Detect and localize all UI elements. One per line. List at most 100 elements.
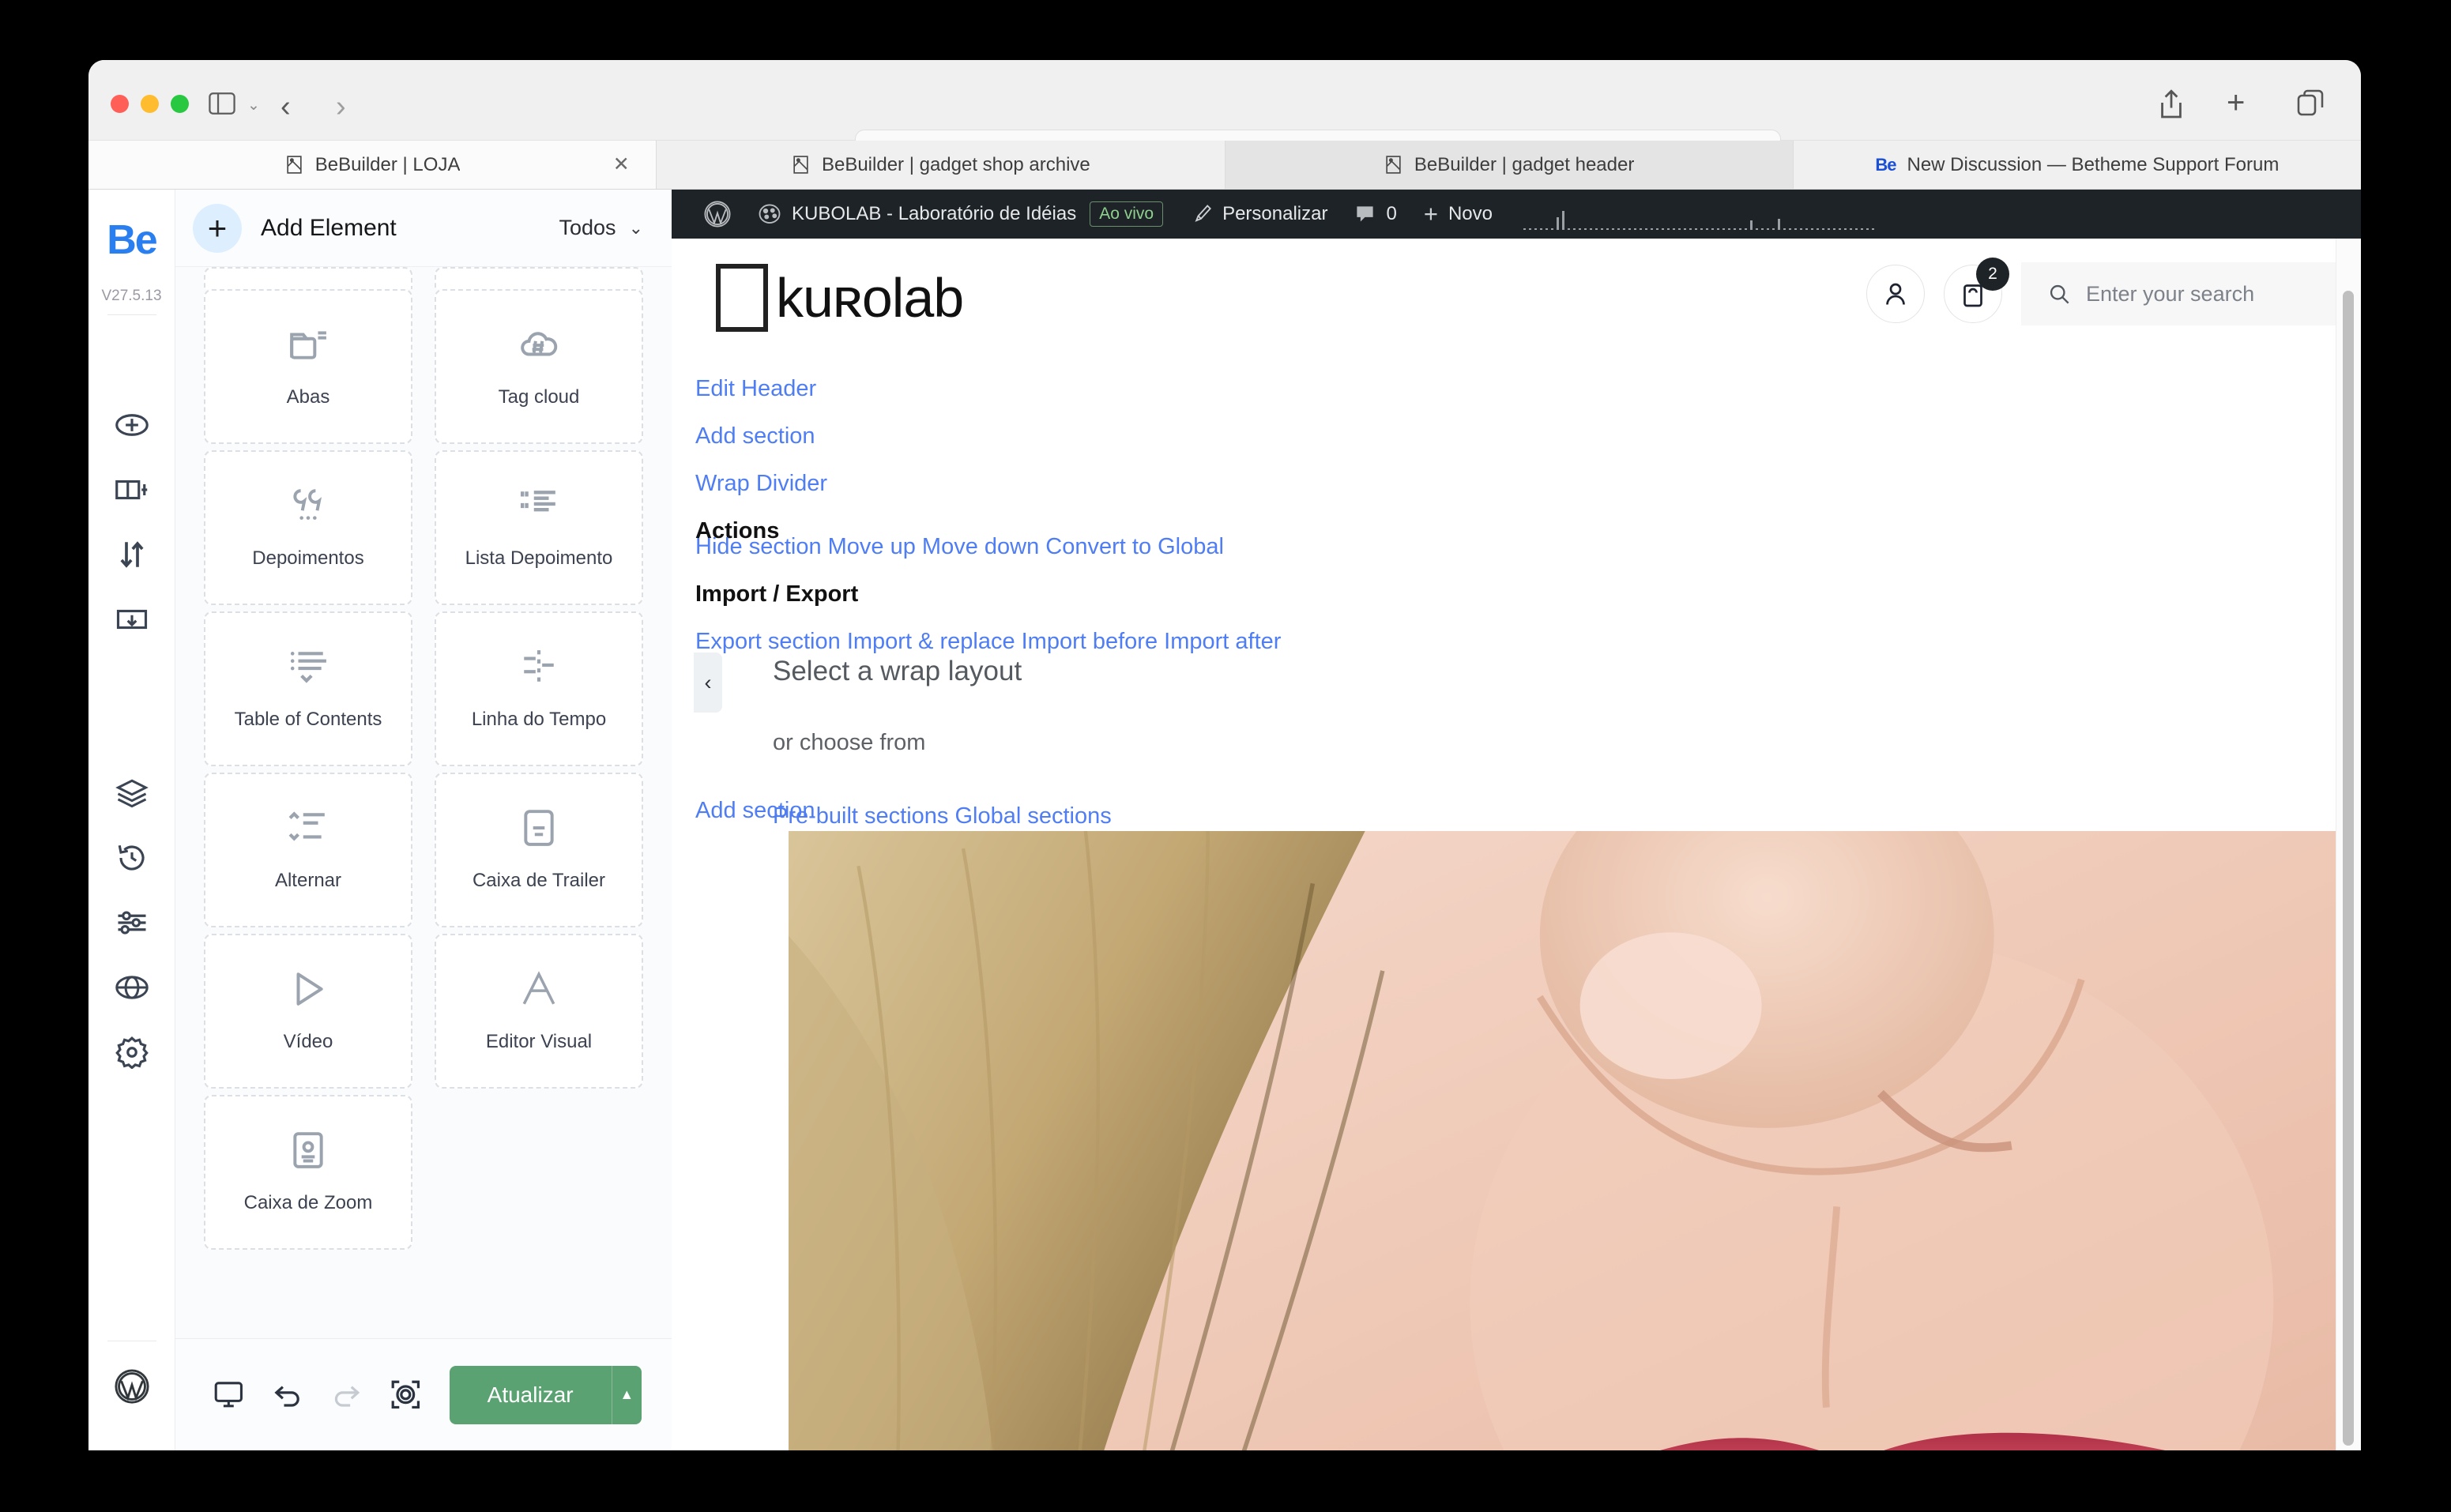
- filter-value: Todos: [559, 216, 616, 239]
- element-card-editor-visual[interactable]: Editor Visual: [435, 934, 643, 1089]
- history-icon[interactable]: [115, 841, 149, 874]
- undo-icon[interactable]: [273, 1378, 303, 1412]
- text-a-icon: [519, 969, 559, 1009]
- responsive-icon[interactable]: [213, 1378, 244, 1412]
- element-grid-filler: [435, 1095, 643, 1256]
- layers-icon[interactable]: [115, 777, 149, 810]
- element-card-table-of-contents[interactable]: Table of Contents: [204, 611, 412, 766]
- tab-overview-icon[interactable]: [2296, 88, 2325, 118]
- new-tab-icon[interactable]: +: [2227, 87, 2255, 118]
- sliders-icon[interactable]: [115, 906, 149, 939]
- update-label: Atualizar: [487, 1382, 574, 1407]
- page-content: Be V27.5.13 + Add Element Todos ⌄ Abas T…: [88, 190, 2361, 1450]
- gear-icon[interactable]: [115, 1036, 149, 1069]
- user-icon: [1886, 283, 1905, 305]
- search-field[interactable]: Enter your search: [2021, 262, 2361, 325]
- add-element-button[interactable]: +: [193, 203, 242, 253]
- close-tab-button[interactable]: ✕: [610, 153, 632, 175]
- account-button[interactable]: [1866, 265, 1925, 323]
- globe-icon[interactable]: [115, 971, 149, 1004]
- browser-tab[interactable]: BeBuilder | gadget shop archive: [657, 141, 1226, 189]
- element-card-linha-do-tempo[interactable]: Linha do Tempo: [435, 611, 643, 766]
- maximize-window-button[interactable]: [171, 95, 189, 113]
- tab-title: BeBuilder | gadget shop archive: [821, 153, 1090, 175]
- tab-title: BeBuilder | gadget header: [1414, 153, 1635, 175]
- site-header: kuʀolab 2 Enter your search: [672, 239, 2361, 357]
- tab-title: BeBuilder | LOJA: [314, 153, 461, 175]
- comments-menu[interactable]: 0: [1341, 203, 1410, 225]
- import-export-links[interactable]: Export section Import & replace Import b…: [695, 629, 1281, 655]
- element-label: Depoimentos: [252, 547, 364, 569]
- browser-tab[interactable]: BeBuilder | LOJA ✕: [88, 141, 657, 189]
- element-card-caixa-de-trailer[interactable]: Caixa de Trailer: [435, 773, 643, 927]
- forward-button[interactable]: ›: [336, 90, 346, 124]
- window-controls: [111, 95, 189, 113]
- minimize-window-button[interactable]: [141, 95, 159, 113]
- collapse-panel-button[interactable]: ‹: [694, 653, 722, 713]
- tab-strip: BeBuilder | LOJA ✕ BeBuilder | gadget sh…: [88, 141, 2361, 190]
- search-placeholder: Enter your search: [2086, 281, 2255, 306]
- brush-icon: [1190, 203, 1212, 225]
- new-content-menu[interactable]: + Novo: [1410, 200, 1506, 228]
- bebuilder-panel: Be V27.5.13 + Add Element Todos ⌄ Abas T…: [88, 190, 672, 1450]
- add-circle-icon[interactable]: [115, 408, 149, 442]
- insert-below-icon[interactable]: [115, 603, 149, 636]
- browser-tab[interactable]: Be New Discussion — Betheme Support Foru…: [1794, 141, 2361, 189]
- add-column-icon[interactable]: [115, 473, 149, 506]
- timeline-icon: [519, 647, 559, 686]
- bebuilder-version: V27.5.13: [101, 288, 162, 304]
- wp-logo-menu[interactable]: [691, 201, 744, 228]
- element-card-alternar[interactable]: Alternar: [204, 773, 412, 927]
- sort-updown-icon[interactable]: [115, 538, 149, 571]
- customize-menu[interactable]: Personalizar: [1177, 203, 1341, 225]
- section-actions-links[interactable]: Hide section Move up Move down Convert t…: [695, 534, 1281, 560]
- browser-tab[interactable]: BeBuilder | gadget header: [1225, 141, 1794, 189]
- sidebar-chevron-down-icon[interactable]: ⌄: [245, 97, 262, 114]
- back-button[interactable]: ‹: [280, 90, 291, 124]
- site-body: Edit Header Add section Wrap Divider Act…: [672, 357, 2361, 1450]
- live-badge: Ao vivo: [1090, 201, 1164, 227]
- element-card-partial[interactable]: [435, 267, 643, 289]
- element-filter-dropdown[interactable]: Todos ⌄: [559, 216, 644, 240]
- customize-label: Personalizar: [1222, 203, 1328, 224]
- element-card-partial[interactable]: [204, 267, 412, 289]
- new-label: Novo: [1448, 203, 1493, 224]
- preview-scrollbar[interactable]: [2340, 291, 2356, 1446]
- preview-icon[interactable]: [390, 1378, 421, 1412]
- edit-header-link[interactable]: Edit Header: [695, 376, 827, 402]
- wrap-layout-title: Select a wrap layout: [773, 656, 1022, 686]
- add-section-bottom-link[interactable]: Add section: [695, 798, 815, 824]
- wrap-divider-link[interactable]: Wrap Divider: [695, 471, 827, 497]
- bebuilder-icon-rail: Be V27.5.13: [88, 190, 175, 1450]
- cut-off-row: [204, 267, 643, 289]
- preview-scrollbar-thumb[interactable]: [2343, 291, 2354, 1446]
- add-section-link[interactable]: Add section: [695, 423, 827, 449]
- wrap-layout-chooser: Select a wrap layout or choose from Pre-…: [773, 656, 1112, 829]
- wrap-layout-sources[interactable]: Pre-built sections Global sections: [773, 803, 1112, 829]
- bebuilder-footer-toolbar: Atualizar ▲: [175, 1338, 672, 1450]
- element-grid-scroll[interactable]: Abas Tag cloud Depoimentos Lista Depoime…: [175, 267, 672, 1338]
- share-icon[interactable]: [2157, 88, 2186, 118]
- site-name-menu[interactable]: KUBOLAB - Laboratório de Idéias Ao vivo: [744, 201, 1177, 227]
- element-card-video[interactable]: Vídeo: [204, 934, 412, 1089]
- element-card-caixa-de-zoom[interactable]: Caixa de Zoom: [204, 1095, 412, 1250]
- element-label: Linha do Tempo: [471, 709, 607, 730]
- element-card-depoimentos[interactable]: Depoimentos: [204, 450, 412, 605]
- redo-icon[interactable]: [331, 1378, 362, 1412]
- element-card-tag-cloud[interactable]: Tag cloud: [435, 289, 643, 444]
- close-window-button[interactable]: [111, 95, 129, 113]
- bebuilder-favicon-icon: [284, 155, 304, 175]
- cart-button[interactable]: 2: [1944, 258, 2009, 323]
- element-card-lista-depoimento[interactable]: Lista Depoimento: [435, 450, 643, 605]
- sidebar-toggle-icon[interactable]: [209, 92, 235, 115]
- preview-scrollbar-track[interactable]: [2336, 239, 2361, 1450]
- caret-up-icon[interactable]: ▲: [611, 1365, 642, 1424]
- wordpress-icon[interactable]: [114, 1368, 150, 1405]
- rail-group-top: [115, 408, 149, 636]
- bebuilder-favicon-icon: [791, 155, 811, 175]
- portrait-photo: [789, 831, 2361, 1450]
- toggle-list-icon: [288, 808, 328, 848]
- element-card-abas[interactable]: Abas: [204, 289, 412, 444]
- quotes-icon: [288, 486, 328, 525]
- update-button[interactable]: Atualizar ▲: [449, 1365, 642, 1424]
